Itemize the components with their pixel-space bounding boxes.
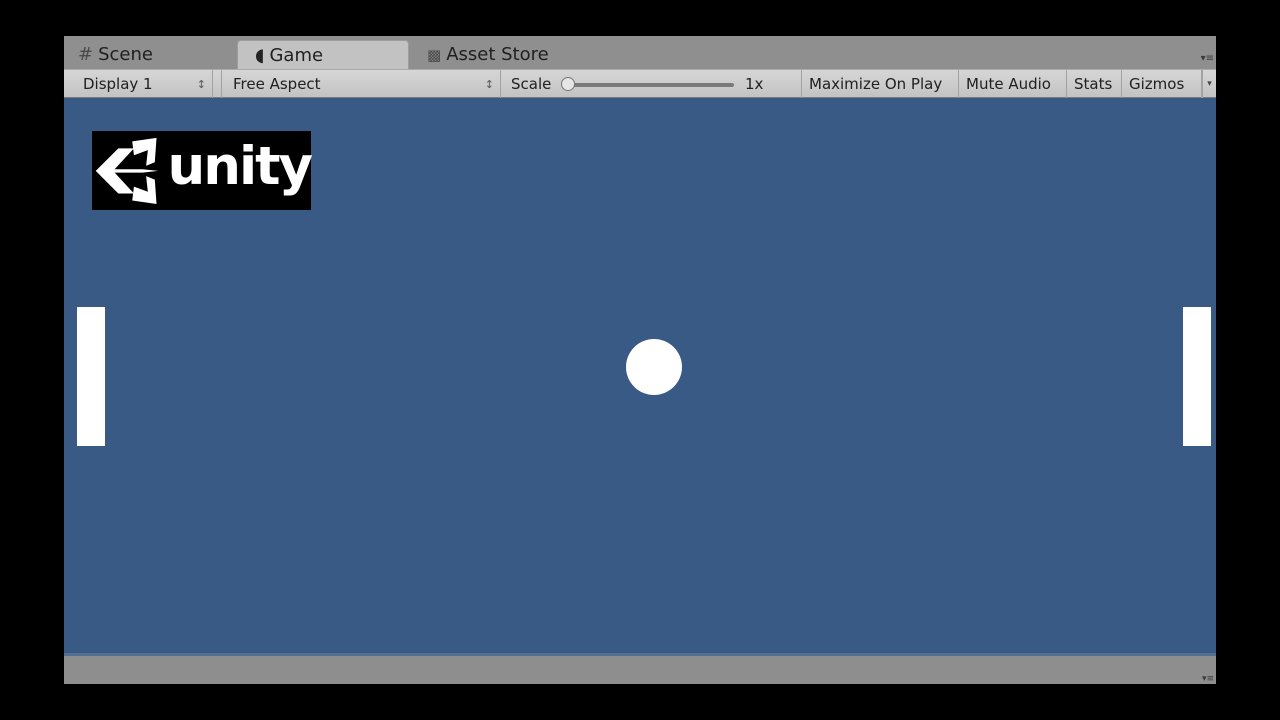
game-viewport[interactable]: unity bbox=[64, 98, 1216, 656]
unity-editor-window: # Scene ◖ Game ▩ Asset Store ▾≡ Display … bbox=[64, 36, 1216, 684]
tab-menu-icon[interactable]: ▾≡ bbox=[1201, 53, 1214, 64]
stats-toggle[interactable]: Stats bbox=[1067, 70, 1122, 98]
unity-cube-icon bbox=[95, 137, 159, 204]
updown-arrows-icon: ↕ bbox=[196, 77, 206, 91]
scale-label: Scale bbox=[511, 75, 552, 93]
display-select[interactable]: Display 1 ↕ bbox=[72, 70, 213, 98]
pacman-icon: ◖ bbox=[255, 44, 265, 66]
aspect-select-value: Free Aspect bbox=[233, 75, 321, 93]
grid-icon: # bbox=[78, 44, 94, 65]
tab-bar: # Scene ◖ Game ▩ Asset Store ▾≡ bbox=[64, 36, 1216, 69]
right-paddle bbox=[1183, 307, 1211, 446]
tab-game[interactable]: ◖ Game bbox=[237, 40, 409, 69]
panel-menu-icon[interactable]: ▾≡ bbox=[1202, 674, 1214, 684]
gizmos-toggle[interactable]: Gizmos bbox=[1122, 70, 1202, 98]
bottom-panel: ▾≡ bbox=[64, 656, 1216, 684]
ball bbox=[626, 339, 682, 395]
scale-value: 1x bbox=[745, 75, 764, 93]
tab-scene-label: Scene bbox=[98, 44, 153, 65]
tab-game-label: Game bbox=[269, 44, 324, 66]
tab-asset-store-label: Asset Store bbox=[446, 44, 549, 65]
updown-arrows-icon: ↕ bbox=[484, 77, 494, 91]
scale-slider-thumb[interactable] bbox=[561, 77, 575, 91]
unity-logo: unity bbox=[92, 131, 313, 210]
scale-slider-track[interactable] bbox=[567, 83, 734, 87]
tab-asset-store[interactable]: ▩ Asset Store bbox=[427, 40, 549, 69]
unity-logo-text: unity bbox=[167, 136, 313, 197]
aspect-select[interactable]: Free Aspect ↕ bbox=[221, 70, 501, 98]
mute-audio-toggle[interactable]: Mute Audio bbox=[959, 70, 1067, 98]
game-toolbar: Display 1 ↕ Free Aspect ↕ Scale 1x Maxim… bbox=[64, 69, 1216, 98]
left-paddle bbox=[77, 307, 105, 446]
scale-control: Scale 1x bbox=[501, 70, 802, 98]
display-select-value: Display 1 bbox=[83, 75, 153, 93]
store-bag-icon: ▩ bbox=[427, 45, 442, 64]
maximize-on-play-toggle[interactable]: Maximize On Play bbox=[802, 70, 959, 98]
gizmos-dropdown-icon[interactable]: ▾ bbox=[1202, 70, 1216, 98]
tab-scene[interactable]: # Scene bbox=[78, 40, 153, 69]
